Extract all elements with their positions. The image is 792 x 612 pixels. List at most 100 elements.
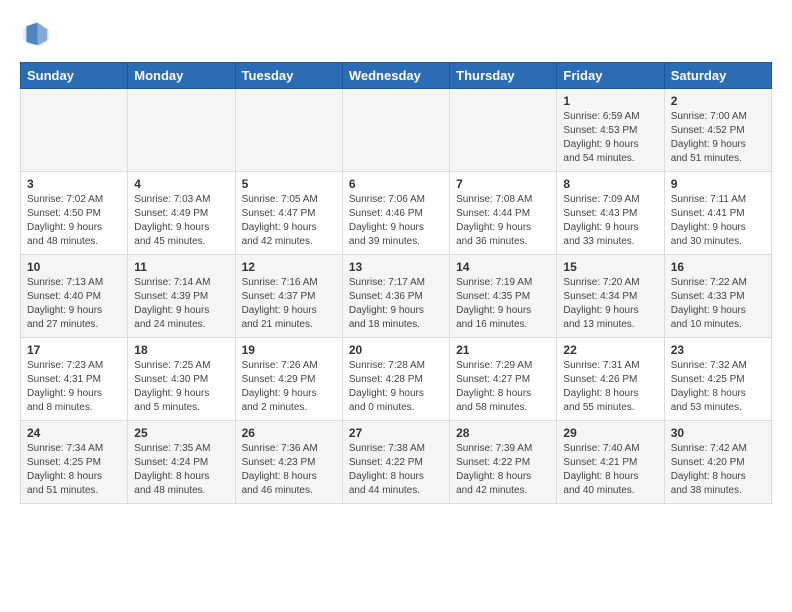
day-info: Sunrise: 7:16 AM Sunset: 4:37 PM Dayligh…	[242, 276, 336, 332]
day-cell: 20 Sunrise: 7:28 AM Sunset: 4:28 PM Dayli…	[342, 338, 449, 421]
day-info: Sunrise: 7:08 AM Sunset: 4:44 PM Dayligh…	[456, 193, 550, 249]
day-cell: 19 Sunrise: 7:26 AM Sunset: 4:29 PM Dayli…	[235, 338, 342, 421]
day-info: Sunrise: 7:42 AM Sunset: 4:20 PM Dayligh…	[671, 442, 765, 498]
day-info: Sunrise: 7:02 AM Sunset: 4:50 PM Dayligh…	[27, 193, 121, 249]
day-cell: 1 Sunrise: 6:59 AM Sunset: 4:53 PM Daylig…	[557, 89, 664, 172]
day-number: 3	[27, 177, 121, 191]
day-header-friday: Friday	[557, 63, 664, 89]
day-cell: 26Sunrise: 7:36 AM Sunset: 4:23 PM Dayli…	[235, 421, 342, 504]
logo	[20, 18, 56, 50]
day-cell: 11 Sunrise: 7:14 AM Sunset: 4:39 PM Dayli…	[128, 255, 235, 338]
day-cell: 15Sunrise: 7:20 AM Sunset: 4:34 PM Dayli…	[557, 255, 664, 338]
day-cell: 5 Sunrise: 7:05 AM Sunset: 4:47 PM Daylig…	[235, 172, 342, 255]
day-info: Sunrise: 7:14 AM Sunset: 4:39 PM Dayligh…	[134, 276, 228, 332]
day-number: 29	[563, 426, 657, 440]
day-info: Sunrise: 7:25 AM Sunset: 4:30 PM Dayligh…	[134, 359, 228, 415]
day-number: 20	[349, 343, 443, 357]
day-number: 4	[134, 177, 228, 191]
day-info: Sunrise: 7:34 AM Sunset: 4:25 PM Dayligh…	[27, 442, 121, 498]
day-number: 10	[27, 260, 121, 274]
week-row-0: 1 Sunrise: 6:59 AM Sunset: 4:53 PM Daylig…	[21, 89, 772, 172]
day-number: 7	[456, 177, 550, 191]
day-header-wednesday: Wednesday	[342, 63, 449, 89]
day-cell: 17 Sunrise: 7:23 AM Sunset: 4:31 PM Dayli…	[21, 338, 128, 421]
day-cell: 6Sunrise: 7:06 AM Sunset: 4:46 PM Daylig…	[342, 172, 449, 255]
day-header-tuesday: Tuesday	[235, 63, 342, 89]
day-cell: 16 Sunrise: 7:22 AM Sunset: 4:33 PM Dayli…	[664, 255, 771, 338]
day-number: 21	[456, 343, 550, 357]
day-cell: 23 Sunrise: 7:32 AM Sunset: 4:25 PM Dayli…	[664, 338, 771, 421]
page: SundayMondayTuesdayWednesdayThursdayFrid…	[0, 0, 792, 514]
day-cell: 21Sunrise: 7:29 AM Sunset: 4:27 PM Dayli…	[450, 338, 557, 421]
day-cell: 8 Sunrise: 7:09 AM Sunset: 4:43 PM Daylig…	[557, 172, 664, 255]
day-info: Sunrise: 7:23 AM Sunset: 4:31 PM Dayligh…	[27, 359, 121, 415]
day-cell: 29 Sunrise: 7:40 AM Sunset: 4:21 PM Dayli…	[557, 421, 664, 504]
day-number: 18	[134, 343, 228, 357]
day-info: Sunrise: 6:59 AM Sunset: 4:53 PM Dayligh…	[563, 110, 657, 166]
day-info: Sunrise: 7:00 AM Sunset: 4:52 PM Dayligh…	[671, 110, 765, 166]
calendar-table: SundayMondayTuesdayWednesdayThursdayFrid…	[20, 62, 772, 504]
header-row: SundayMondayTuesdayWednesdayThursdayFrid…	[21, 63, 772, 89]
day-number: 5	[242, 177, 336, 191]
day-info: Sunrise: 7:03 AM Sunset: 4:49 PM Dayligh…	[134, 193, 228, 249]
day-cell: 10 Sunrise: 7:13 AM Sunset: 4:40 PM Dayli…	[21, 255, 128, 338]
day-info: Sunrise: 7:17 AM Sunset: 4:36 PM Dayligh…	[349, 276, 443, 332]
day-number: 15	[563, 260, 657, 274]
day-cell: 24 Sunrise: 7:34 AM Sunset: 4:25 PM Dayli…	[21, 421, 128, 504]
day-number: 9	[671, 177, 765, 191]
day-number: 11	[134, 260, 228, 274]
day-info: Sunrise: 7:31 AM Sunset: 4:26 PM Dayligh…	[563, 359, 657, 415]
day-header-sunday: Sunday	[21, 63, 128, 89]
day-cell: 28 Sunrise: 7:39 AM Sunset: 4:22 PM Dayli…	[450, 421, 557, 504]
day-cell: 27 Sunrise: 7:38 AM Sunset: 4:22 PM Dayli…	[342, 421, 449, 504]
day-number: 8	[563, 177, 657, 191]
day-cell	[128, 89, 235, 172]
day-number: 16	[671, 260, 765, 274]
day-number: 6	[349, 177, 443, 191]
day-cell: 25Sunrise: 7:35 AM Sunset: 4:24 PM Dayli…	[128, 421, 235, 504]
day-info: Sunrise: 7:40 AM Sunset: 4:21 PM Dayligh…	[563, 442, 657, 498]
day-cell: 13 Sunrise: 7:17 AM Sunset: 4:36 PM Dayli…	[342, 255, 449, 338]
day-number: 2	[671, 94, 765, 108]
day-info: Sunrise: 7:39 AM Sunset: 4:22 PM Dayligh…	[456, 442, 550, 498]
day-cell: 7 Sunrise: 7:08 AM Sunset: 4:44 PM Daylig…	[450, 172, 557, 255]
day-number: 28	[456, 426, 550, 440]
day-number: 23	[671, 343, 765, 357]
day-number: 24	[27, 426, 121, 440]
day-cell: 30Sunrise: 7:42 AM Sunset: 4:20 PM Dayli…	[664, 421, 771, 504]
day-number: 12	[242, 260, 336, 274]
day-cell	[21, 89, 128, 172]
day-number: 22	[563, 343, 657, 357]
day-cell	[342, 89, 449, 172]
day-cell: 2 Sunrise: 7:00 AM Sunset: 4:52 PM Daylig…	[664, 89, 771, 172]
week-row-4: 24 Sunrise: 7:34 AM Sunset: 4:25 PM Dayli…	[21, 421, 772, 504]
day-header-monday: Monday	[128, 63, 235, 89]
logo-icon	[20, 18, 52, 50]
day-info: Sunrise: 7:13 AM Sunset: 4:40 PM Dayligh…	[27, 276, 121, 332]
day-info: Sunrise: 7:19 AM Sunset: 4:35 PM Dayligh…	[456, 276, 550, 332]
day-info: Sunrise: 7:32 AM Sunset: 4:25 PM Dayligh…	[671, 359, 765, 415]
day-number: 14	[456, 260, 550, 274]
week-row-3: 17 Sunrise: 7:23 AM Sunset: 4:31 PM Dayli…	[21, 338, 772, 421]
day-info: Sunrise: 7:35 AM Sunset: 4:24 PM Dayligh…	[134, 442, 228, 498]
day-number: 27	[349, 426, 443, 440]
day-info: Sunrise: 7:22 AM Sunset: 4:33 PM Dayligh…	[671, 276, 765, 332]
week-row-2: 10 Sunrise: 7:13 AM Sunset: 4:40 PM Dayli…	[21, 255, 772, 338]
day-number: 19	[242, 343, 336, 357]
day-cell: 12 Sunrise: 7:16 AM Sunset: 4:37 PM Dayli…	[235, 255, 342, 338]
day-info: Sunrise: 7:28 AM Sunset: 4:28 PM Dayligh…	[349, 359, 443, 415]
header	[20, 18, 772, 50]
day-info: Sunrise: 7:26 AM Sunset: 4:29 PM Dayligh…	[242, 359, 336, 415]
day-info: Sunrise: 7:09 AM Sunset: 4:43 PM Dayligh…	[563, 193, 657, 249]
day-info: Sunrise: 7:05 AM Sunset: 4:47 PM Dayligh…	[242, 193, 336, 249]
day-header-saturday: Saturday	[664, 63, 771, 89]
day-cell: 9 Sunrise: 7:11 AM Sunset: 4:41 PM Daylig…	[664, 172, 771, 255]
day-info: Sunrise: 7:11 AM Sunset: 4:41 PM Dayligh…	[671, 193, 765, 249]
day-number: 1	[563, 94, 657, 108]
day-cell: 18 Sunrise: 7:25 AM Sunset: 4:30 PM Dayli…	[128, 338, 235, 421]
day-cell: 14 Sunrise: 7:19 AM Sunset: 4:35 PM Dayli…	[450, 255, 557, 338]
day-number: 13	[349, 260, 443, 274]
day-number: 17	[27, 343, 121, 357]
day-cell: 4 Sunrise: 7:03 AM Sunset: 4:49 PM Daylig…	[128, 172, 235, 255]
day-info: Sunrise: 7:38 AM Sunset: 4:22 PM Dayligh…	[349, 442, 443, 498]
